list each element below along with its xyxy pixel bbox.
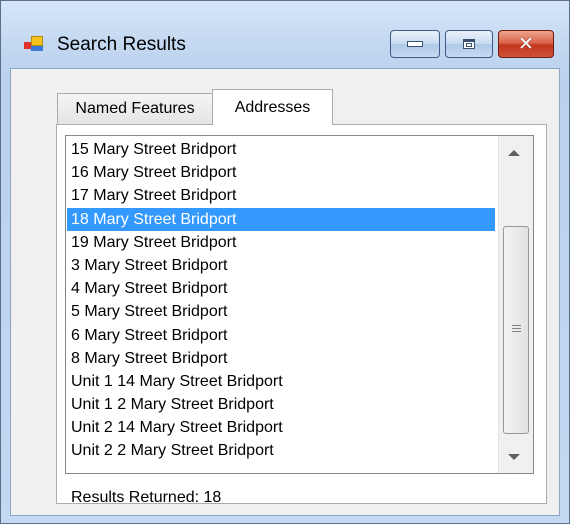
scroll-up-arrow-icon[interactable]: [508, 150, 520, 156]
list-item-selected[interactable]: 18 Mary Street Bridport: [67, 207, 495, 231]
minimize-button[interactable]: [390, 30, 440, 58]
scrollbar-grip-icon: [512, 325, 521, 332]
tab-addresses-label: Addresses: [234, 98, 311, 116]
list-item[interactable]: 15 Mary Street Bridport: [67, 138, 495, 161]
list-item[interactable]: Unit 1 14 Mary Street Bridport: [67, 370, 495, 393]
app-icon-red-square: [24, 42, 31, 49]
list-item[interactable]: 16 Mary Street Bridport: [67, 161, 495, 184]
list-item[interactable]: 5 Mary Street Bridport: [67, 300, 495, 323]
maximize-button[interactable]: [445, 30, 493, 58]
app-form-icon[interactable]: [24, 36, 44, 52]
address-list: 15 Mary Street Bridport 16 Mary Street B…: [67, 138, 495, 463]
window-title: Search Results: [57, 34, 186, 55]
list-item[interactable]: 4 Mary Street Bridport: [67, 277, 495, 300]
tab-addresses[interactable]: Addresses: [212, 89, 333, 125]
search-results-window: Search Results ✕ Named Features Addresse…: [0, 0, 570, 524]
close-button[interactable]: ✕: [498, 30, 554, 58]
list-item[interactable]: Unit 1 2 Mary Street Bridport: [67, 393, 495, 416]
maximize-icon: [463, 39, 475, 49]
client-area: Named Features Addresses 15 Mary Street …: [10, 68, 560, 516]
app-icon-blue-bar: [31, 46, 43, 51]
results-returned-label: Results Returned: 18: [71, 489, 222, 506]
addresses-listbox[interactable]: 15 Mary Street Bridport 16 Mary Street B…: [65, 135, 534, 474]
tab-named-features-label: Named Features: [75, 100, 195, 117]
scroll-down-arrow-icon[interactable]: [508, 454, 520, 460]
scrollbar-thumb[interactable]: [503, 226, 529, 434]
list-item[interactable]: 6 Mary Street Bridport: [67, 324, 495, 347]
list-item[interactable]: 3 Mary Street Bridport: [67, 254, 495, 277]
title-bar[interactable]: Search Results ✕: [1, 1, 569, 61]
app-icon-yellow-window: [31, 36, 43, 46]
addresses-tab-panel: 15 Mary Street Bridport 16 Mary Street B…: [56, 124, 547, 506]
minimize-icon: [407, 41, 423, 47]
list-item[interactable]: Unit 2 14 Mary Street Bridport: [67, 416, 495, 439]
list-item[interactable]: 8 Mary Street Bridport: [67, 347, 495, 370]
list-item[interactable]: 19 Mary Street Bridport: [67, 231, 495, 254]
list-item[interactable]: Unit 2 2 Mary Street Bridport: [67, 439, 495, 462]
vertical-scrollbar[interactable]: [498, 136, 533, 473]
tab-named-features[interactable]: Named Features: [57, 93, 213, 124]
close-icon: ✕: [518, 32, 534, 55]
list-item[interactable]: 17 Mary Street Bridport: [67, 184, 495, 207]
